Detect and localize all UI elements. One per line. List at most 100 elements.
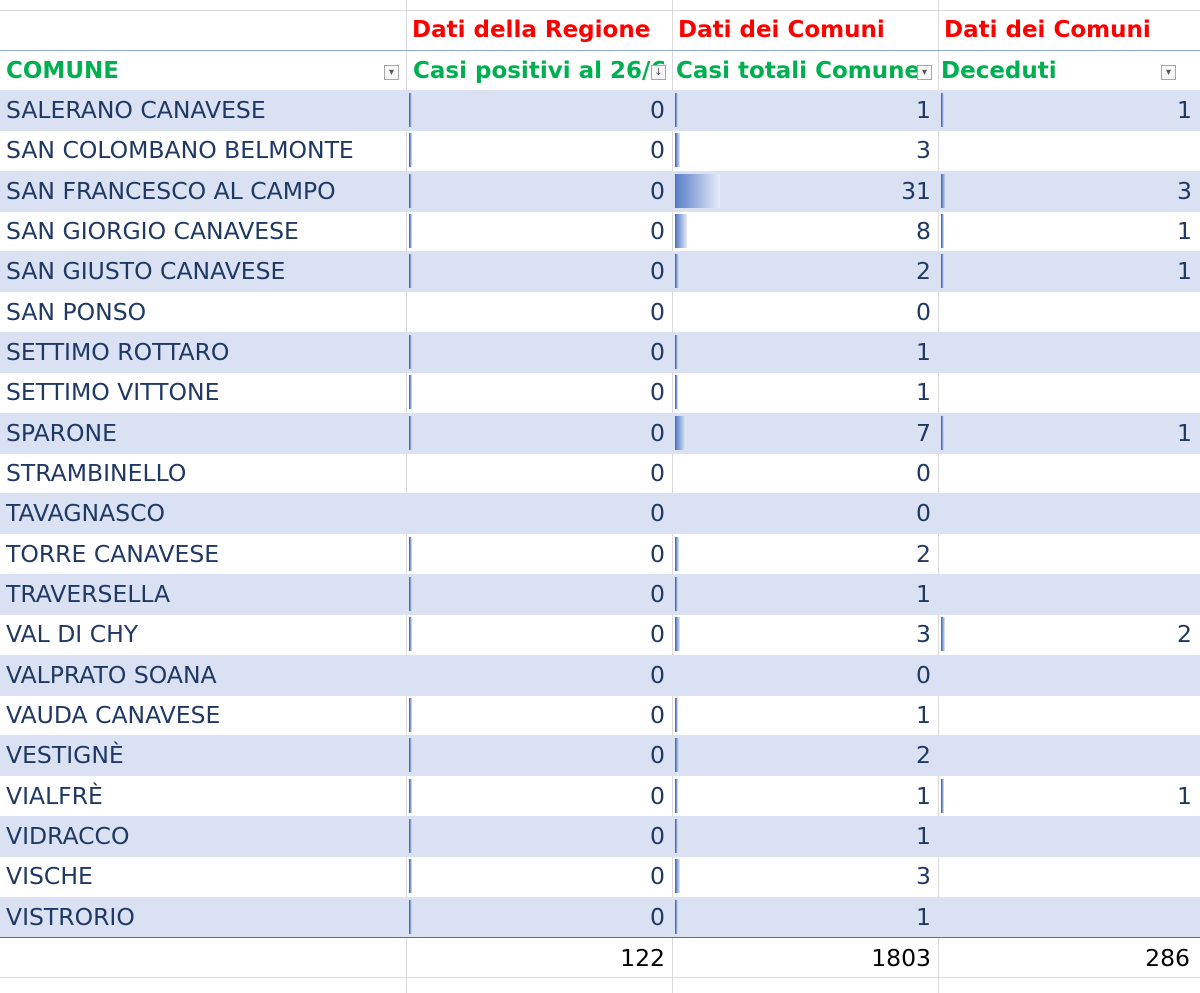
cell-comune[interactable]: SAN PONSO (0, 292, 406, 333)
cell-totali[interactable]: 8 (672, 211, 938, 252)
cell-comune[interactable]: SETTIMO VITTONE (0, 372, 406, 413)
cell-deceduti[interactable] (938, 453, 1200, 494)
header-cell-totali[interactable]: Casi totali Comune ▾ (672, 51, 938, 91)
cell-positivi[interactable]: 0 (406, 816, 672, 857)
cell-positivi[interactable]: 0 (406, 372, 672, 413)
cell-comune[interactable]: VISCHE (0, 856, 406, 897)
cell-deceduti[interactable] (938, 292, 1200, 333)
cell-deceduti[interactable]: 1 (938, 90, 1200, 131)
cell-deceduti[interactable] (938, 655, 1200, 696)
cell-deceduti[interactable] (938, 130, 1200, 171)
cell-positivi[interactable]: 0 (406, 493, 672, 534)
cell-totali[interactable]: 1 (672, 897, 938, 938)
header-cell-comune[interactable]: COMUNE ▾ (0, 51, 406, 91)
cell-positivi[interactable]: 0 (406, 735, 672, 776)
cell-comune[interactable]: SAN COLOMBANO BELMONTE (0, 130, 406, 171)
sort-descending-filter-icon[interactable]: ↓ (651, 65, 666, 80)
cell-positivi[interactable]: 0 (406, 453, 672, 494)
cell-deceduti[interactable]: 3 (938, 171, 1200, 212)
filter-dropdown-icon[interactable]: ▾ (917, 65, 932, 80)
cell-comune[interactable]: SALERANO CANAVESE (0, 90, 406, 131)
cell-deceduti[interactable] (938, 856, 1200, 897)
filter-dropdown-icon[interactable]: ▾ (384, 65, 399, 80)
cell-positivi[interactable]: 0 (406, 897, 672, 938)
cell-deceduti[interactable] (938, 735, 1200, 776)
cell-totali[interactable]: 0 (672, 493, 938, 534)
cell-positivi[interactable]: 0 (406, 574, 672, 615)
cell-positivi[interactable]: 0 (406, 211, 672, 252)
cell-positivi[interactable]: 0 (406, 130, 672, 171)
cell-comune[interactable]: STRAMBINELLO (0, 453, 406, 494)
cell-comune[interactable]: VALPRATO SOANA (0, 655, 406, 696)
header-cell-positivi[interactable]: Casi positivi al 26/6 ↓ (406, 51, 672, 91)
category-cell-comuni-deceduti[interactable]: Dati dei Comuni (938, 10, 1200, 50)
total-cell-deceduti[interactable]: 286 (938, 938, 1200, 978)
cell-deceduti[interactable]: 1 (938, 776, 1200, 817)
cell-positivi[interactable]: 0 (406, 695, 672, 736)
cell-comune[interactable]: VIDRACCO (0, 816, 406, 857)
cell-positivi[interactable]: 0 (406, 413, 672, 454)
cell-deceduti[interactable]: 1 (938, 413, 1200, 454)
cell-deceduti[interactable] (938, 372, 1200, 413)
cell-deceduti[interactable] (938, 897, 1200, 938)
cell-positivi[interactable]: 0 (406, 655, 672, 696)
total-cell-totali[interactable]: 1803 (672, 938, 938, 978)
cell-positivi[interactable]: 0 (406, 534, 672, 575)
cell-positivi[interactable]: 0 (406, 90, 672, 131)
cell-comune[interactable]: VAL DI CHY (0, 614, 406, 655)
total-cell-positivi[interactable]: 122 (406, 938, 672, 978)
cell-comune[interactable]: VESTIGNÈ (0, 735, 406, 776)
cell-totali[interactable]: 3 (672, 130, 938, 171)
cell-totali[interactable]: 1 (672, 372, 938, 413)
cell-totali[interactable]: 1 (672, 816, 938, 857)
cell-totali[interactable]: 1 (672, 90, 938, 131)
cell-deceduti[interactable] (938, 493, 1200, 534)
cell-comune[interactable]: SAN GIORGIO CANAVESE (0, 211, 406, 252)
cell-comune[interactable]: TORRE CANAVESE (0, 534, 406, 575)
category-cell-comune[interactable] (0, 10, 406, 50)
cell-positivi[interactable]: 0 (406, 292, 672, 333)
cell-totali[interactable]: 0 (672, 453, 938, 494)
cell-deceduti[interactable]: 1 (938, 251, 1200, 292)
cell-comune[interactable]: SAN GIUSTO CANAVESE (0, 251, 406, 292)
cell-deceduti[interactable]: 2 (938, 614, 1200, 655)
cell-positivi[interactable]: 0 (406, 614, 672, 655)
cell-totali[interactable]: 2 (672, 735, 938, 776)
cell-deceduti[interactable] (938, 574, 1200, 615)
cell-comune[interactable]: SAN FRANCESCO AL CAMPO (0, 171, 406, 212)
cell-totali[interactable]: 31 (672, 171, 938, 212)
cell-positivi[interactable]: 0 (406, 776, 672, 817)
cell-positivi[interactable]: 0 (406, 856, 672, 897)
cell-deceduti[interactable] (938, 816, 1200, 857)
cell-deceduti[interactable] (938, 695, 1200, 736)
cell-totali[interactable]: 3 (672, 614, 938, 655)
cell-comune[interactable]: TRAVERSELLA (0, 574, 406, 615)
cell-totali[interactable]: 1 (672, 332, 938, 373)
cell-positivi[interactable]: 0 (406, 171, 672, 212)
cell-totali[interactable]: 2 (672, 534, 938, 575)
header-cell-deceduti[interactable]: Deceduti ▾ (938, 51, 1200, 91)
cell-totali[interactable]: 0 (672, 292, 938, 333)
cell-deceduti[interactable] (938, 534, 1200, 575)
cell-deceduti[interactable]: 1 (938, 211, 1200, 252)
cell-comune[interactable]: VIALFRÈ (0, 776, 406, 817)
cell-totali[interactable]: 3 (672, 856, 938, 897)
cell-totali[interactable]: 2 (672, 251, 938, 292)
cell-positivi[interactable]: 0 (406, 332, 672, 373)
cell-comune[interactable]: SETTIMO ROTTARO (0, 332, 406, 373)
cell-comune[interactable]: TAVAGNASCO (0, 493, 406, 534)
cell-totali[interactable]: 1 (672, 695, 938, 736)
category-cell-comuni-totali[interactable]: Dati dei Comuni (672, 10, 938, 50)
cell-totali[interactable]: 1 (672, 574, 938, 615)
cell-positivi[interactable]: 0 (406, 251, 672, 292)
cell-totali[interactable]: 0 (672, 655, 938, 696)
cell-totali[interactable]: 7 (672, 413, 938, 454)
cell-comune[interactable]: SPARONE (0, 413, 406, 454)
cell-comune[interactable]: VAUDA CANAVESE (0, 695, 406, 736)
cell-comune[interactable]: VISTRORIO (0, 897, 406, 938)
cell-totali[interactable]: 1 (672, 776, 938, 817)
cell-deceduti[interactable] (938, 332, 1200, 373)
category-cell-regione[interactable]: Dati della Regione (406, 10, 672, 50)
total-cell-comune[interactable] (0, 938, 406, 978)
filter-dropdown-icon[interactable]: ▾ (1161, 65, 1176, 80)
